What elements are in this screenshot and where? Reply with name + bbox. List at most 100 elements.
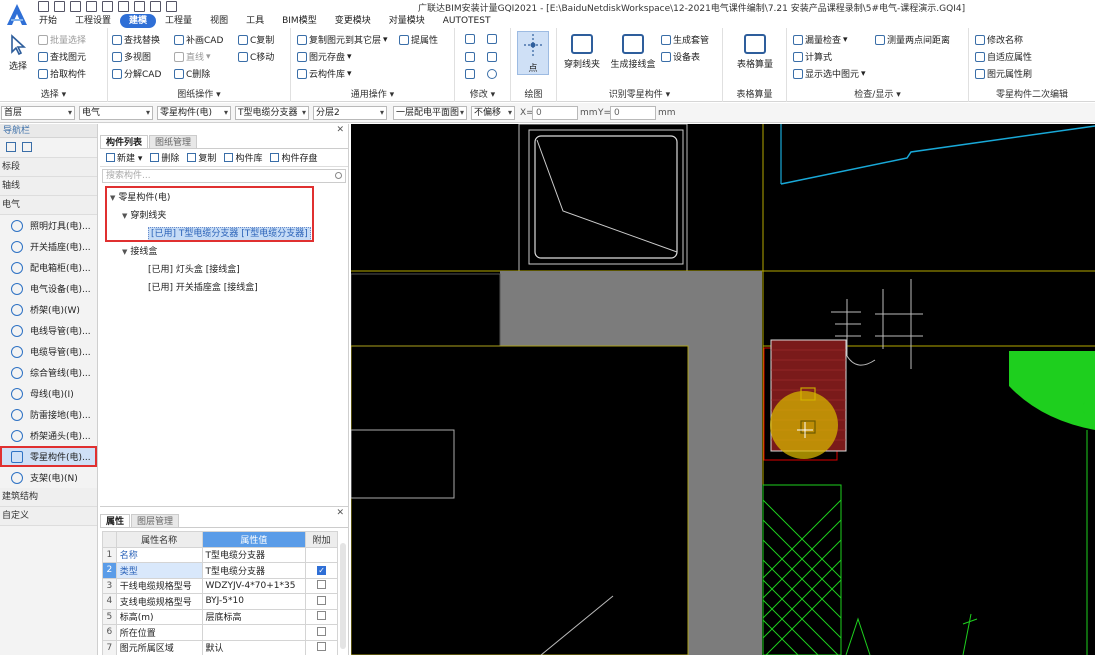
property-row[interactable]: 3 干线电缆规格型号 WDZYJV-4*70+1*35	[102, 577, 338, 594]
attach-checkbox[interactable]	[317, 626, 327, 636]
redo-icon[interactable]	[134, 1, 145, 12]
formula-button[interactable]: 计算式	[793, 50, 832, 63]
sidebar-item-busbar[interactable]: 母线(电)(I)	[0, 383, 97, 404]
save-as-icon[interactable]	[86, 1, 97, 12]
print-icon[interactable]	[102, 1, 113, 12]
nav-section-structure[interactable]: 建筑结构	[0, 488, 97, 507]
cad-canvas[interactable]: 电井	[351, 124, 1095, 655]
tab-project-settings[interactable]: 工程设置	[66, 14, 120, 28]
copy-button[interactable]: 复制	[187, 151, 216, 164]
adaptive-attr-button[interactable]: 自适应属性	[975, 50, 1032, 63]
tab-modeling[interactable]: 建模	[120, 14, 157, 28]
delete-button[interactable]: 删除	[150, 151, 179, 164]
close-icon[interactable]: ✕	[336, 508, 344, 518]
rotate-icon[interactable]	[487, 69, 497, 79]
batch-select-button[interactable]: 批量选择	[38, 33, 86, 46]
drawing-select[interactable]: 一层配电平面图	[393, 106, 467, 120]
tree-node-junction-box[interactable]: ▼ 接线盒	[100, 243, 348, 261]
x-input[interactable]: 0	[532, 106, 578, 120]
c-copy-button[interactable]: C复制	[238, 33, 274, 46]
component-library-button[interactable]: 构件库	[224, 151, 262, 164]
layout-icon[interactable]	[166, 1, 177, 12]
property-value[interactable]	[201, 624, 307, 641]
tab-autotest[interactable]: AUTOTEST	[434, 14, 500, 28]
sidebar-item-switch-socket[interactable]: 开关插座(电)...	[0, 236, 97, 257]
sidebar-item-lighting[interactable]: 照明灯具(电)...	[0, 215, 97, 236]
property-row[interactable]: 4 支线电缆规格型号 BYJ-5*10	[102, 593, 338, 610]
property-value[interactable]: BYJ-5*10	[201, 593, 307, 610]
array-icon[interactable]	[465, 69, 475, 79]
sidebar-item-wire-conduit[interactable]: 电线导管(电)...	[0, 320, 97, 341]
component-save-button[interactable]: 构件存盘	[270, 151, 317, 164]
new-file-icon[interactable]	[54, 1, 65, 12]
tab-start[interactable]: 开始	[30, 14, 66, 28]
cloud-library-button[interactable]: 云构件库 ▾	[297, 67, 352, 80]
layer-select[interactable]: 分层2	[313, 106, 387, 120]
property-value[interactable]: T型电缆分支器	[201, 546, 307, 563]
tab-tools[interactable]: 工具	[237, 14, 273, 28]
close-icon[interactable]: ✕	[336, 125, 344, 135]
pick-component-button[interactable]: 拾取构件	[38, 67, 86, 80]
type-select[interactable]: 零星构件(电)	[157, 106, 231, 120]
sidebar-item-distribution-box[interactable]: 配电箱柜(电)...	[0, 257, 97, 278]
nav-section-custom[interactable]: 自定义	[0, 507, 97, 526]
extract-attr-button[interactable]: 提属性	[399, 33, 438, 46]
cut-icon[interactable]	[487, 34, 497, 44]
element-save-button[interactable]: 图元存盘 ▾	[297, 50, 352, 63]
grid-icon[interactable]	[150, 1, 161, 12]
sidebar-item-cable-tray[interactable]: 桥架(电)(W)	[0, 299, 97, 320]
nav-expand-icon[interactable]	[6, 142, 16, 152]
tree-node-switch-socket-box[interactable]: [已用] 开关插座盒 [接线盒]	[100, 279, 348, 297]
point-button[interactable]: 点	[517, 31, 549, 75]
line-button[interactable]: 直线 ▾	[174, 50, 211, 63]
c-delete-button[interactable]: C删除	[174, 67, 210, 80]
y-input[interactable]: 0	[610, 106, 656, 120]
sidebar-item-tray-fitting[interactable]: 桥架通头(电)...	[0, 425, 97, 446]
component-search-input[interactable]: 搜索构件...	[102, 169, 346, 183]
attach-checkbox[interactable]	[317, 642, 327, 652]
properties-scrollbar[interactable]	[340, 543, 346, 649]
move-icon[interactable]	[465, 52, 475, 62]
tab-view[interactable]: 视图	[201, 14, 237, 28]
attach-checkbox[interactable]	[317, 580, 327, 590]
draw-cad-button[interactable]: 补画CAD	[174, 33, 223, 46]
sidebar-item-bracket[interactable]: 支架(电)(N)	[0, 467, 97, 488]
equipment-table-button[interactable]: 设备表	[661, 50, 700, 63]
property-row[interactable]: 5 标高(m) 层底标高	[102, 608, 338, 625]
new-button[interactable]: 新建 ▾	[106, 151, 142, 164]
select-button[interactable]: 选择	[4, 34, 32, 72]
nav-section-axis[interactable]: 轴线	[0, 177, 97, 196]
property-row[interactable]: 2 类型 T型电缆分支器 ✓	[102, 562, 338, 579]
component-select[interactable]: T型电缆分支器	[235, 106, 309, 120]
attach-checkbox[interactable]: ✓	[317, 566, 327, 576]
piercing-clamp-button[interactable]: 穿刺线夹	[563, 34, 601, 70]
open-folder-icon[interactable]	[70, 1, 81, 12]
nav-section-bid[interactable]: 标段	[0, 158, 97, 177]
sidebar-item-combined-pipeline[interactable]: 综合管线(电)...	[0, 362, 97, 383]
attach-checkbox[interactable]	[317, 611, 327, 621]
offset-select[interactable]: 不偏移	[471, 106, 515, 120]
attach-checkbox[interactable]	[317, 595, 327, 605]
tab-bim-model[interactable]: BIM模型	[273, 14, 326, 28]
sidebar-item-cable-conduit[interactable]: 电缆导管(电)...	[0, 341, 97, 362]
find-replace-button[interactable]: 查找替换	[112, 33, 160, 46]
nav-edit-icon[interactable]	[22, 142, 32, 152]
property-value[interactable]: T型电缆分支器	[201, 562, 307, 579]
copy-to-layer-button[interactable]: 复制图元到其它层 ▾	[297, 33, 388, 46]
tab-drawing-management[interactable]: 图纸管理	[149, 135, 198, 148]
tab-quantity[interactable]: 工程量	[156, 14, 201, 28]
copy-icon[interactable]	[465, 34, 475, 44]
sidebar-item-misc-component[interactable]: 零星构件(电)...	[0, 446, 97, 467]
tab-change-module[interactable]: 变更模块	[326, 14, 380, 28]
explode-cad-button[interactable]: 分解CAD	[112, 67, 161, 80]
nav-section-electrical[interactable]: 电气	[0, 196, 97, 215]
generate-sleeve-button[interactable]: 生成套管	[661, 33, 709, 46]
rename-button[interactable]: 修改名称	[975, 33, 1023, 46]
property-row[interactable]: 1 名称 T型电缆分支器	[102, 546, 338, 563]
tab-properties[interactable]: 属性	[100, 514, 131, 527]
floor-select[interactable]: 首层	[1, 106, 75, 120]
property-value[interactable]: 默认	[201, 639, 307, 655]
missing-check-button[interactable]: 漏量检查 ▾	[793, 33, 848, 46]
measure-distance-button[interactable]: 测量两点间距离	[875, 33, 950, 46]
show-selected-button[interactable]: 显示选中图元 ▾	[793, 67, 866, 80]
